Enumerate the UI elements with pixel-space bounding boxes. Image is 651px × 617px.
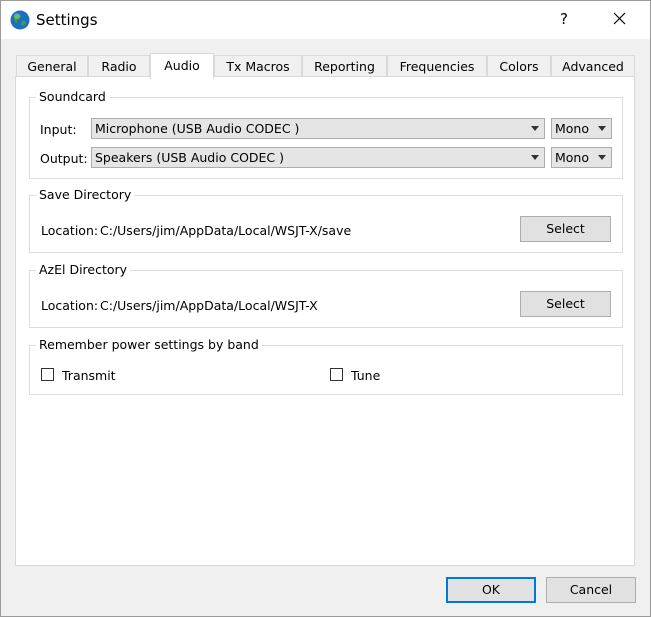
save-directory-group-title: Save Directory — [36, 187, 135, 202]
power-settings-group-title: Remember power settings by band — [36, 337, 262, 352]
title-bar[interactable]: Settings ? — [1, 1, 650, 39]
close-button[interactable] — [605, 6, 635, 32]
tab-reporting[interactable]: Reporting — [302, 55, 387, 77]
output-channel-select[interactable]: Mono — [551, 147, 612, 168]
tab-radio[interactable]: Radio — [88, 55, 150, 77]
help-button[interactable]: ? — [549, 6, 579, 32]
input-channel-value: Mono — [555, 121, 590, 136]
save-location-path: C:/Users/jim/AppData/Local/WSJT-X/save — [100, 223, 352, 238]
soundcard-group: Soundcard Input: Microphone (USB Audio C… — [29, 89, 623, 179]
tune-label: Tune — [351, 368, 381, 383]
tab-general[interactable]: General — [16, 55, 88, 77]
azel-location-path: C:/Users/jim/AppData/Local/WSJT-X — [100, 298, 318, 313]
globe-icon — [10, 10, 30, 30]
chevron-down-icon — [598, 155, 606, 160]
power-settings-group: Remember power settings by band Transmit… — [29, 337, 623, 395]
soundcard-group-title: Soundcard — [36, 89, 109, 104]
input-device-select[interactable]: Microphone (USB Audio CODEC ) — [91, 118, 545, 139]
settings-window: Settings ? General Radio Audio Tx Macros… — [0, 0, 651, 617]
output-device-select[interactable]: Speakers (USB Audio CODEC ) — [91, 147, 545, 168]
input-label: Input: — [40, 122, 77, 137]
input-channel-select[interactable]: Mono — [551, 118, 612, 139]
tab-frequencies[interactable]: Frequencies — [387, 55, 487, 77]
ok-button[interactable]: OK — [446, 577, 536, 603]
save-select-button[interactable]: Select — [520, 216, 611, 242]
tab-advanced[interactable]: Advanced — [551, 55, 635, 77]
transmit-checkbox[interactable] — [41, 368, 54, 381]
input-device-value: Microphone (USB Audio CODEC ) — [95, 121, 300, 136]
azel-location-label: Location: — [41, 298, 99, 313]
azel-select-button[interactable]: Select — [520, 291, 611, 317]
output-label: Output: — [40, 151, 88, 166]
output-device-value: Speakers (USB Audio CODEC ) — [95, 150, 285, 165]
tab-tx-macros[interactable]: Tx Macros — [214, 55, 302, 77]
close-icon — [613, 12, 626, 25]
output-channel-value: Mono — [555, 150, 590, 165]
save-location-label: Location: — [41, 223, 99, 238]
azel-directory-group: AzEl Directory Location: C:/Users/jim/Ap… — [29, 262, 623, 328]
cancel-button[interactable]: Cancel — [546, 577, 636, 603]
chevron-down-icon — [531, 155, 539, 160]
chevron-down-icon — [598, 126, 606, 131]
chevron-down-icon — [531, 126, 539, 131]
save-directory-group: Save Directory Location: C:/Users/jim/Ap… — [29, 187, 623, 253]
tune-checkbox[interactable] — [330, 368, 343, 381]
azel-directory-group-title: AzEl Directory — [36, 262, 131, 277]
tab-colors[interactable]: Colors — [487, 55, 551, 77]
tab-audio[interactable]: Audio — [150, 53, 214, 79]
audio-tab-panel: Soundcard Input: Microphone (USB Audio C… — [15, 76, 635, 566]
window-title: Settings — [36, 11, 98, 29]
transmit-label: Transmit — [62, 368, 116, 383]
